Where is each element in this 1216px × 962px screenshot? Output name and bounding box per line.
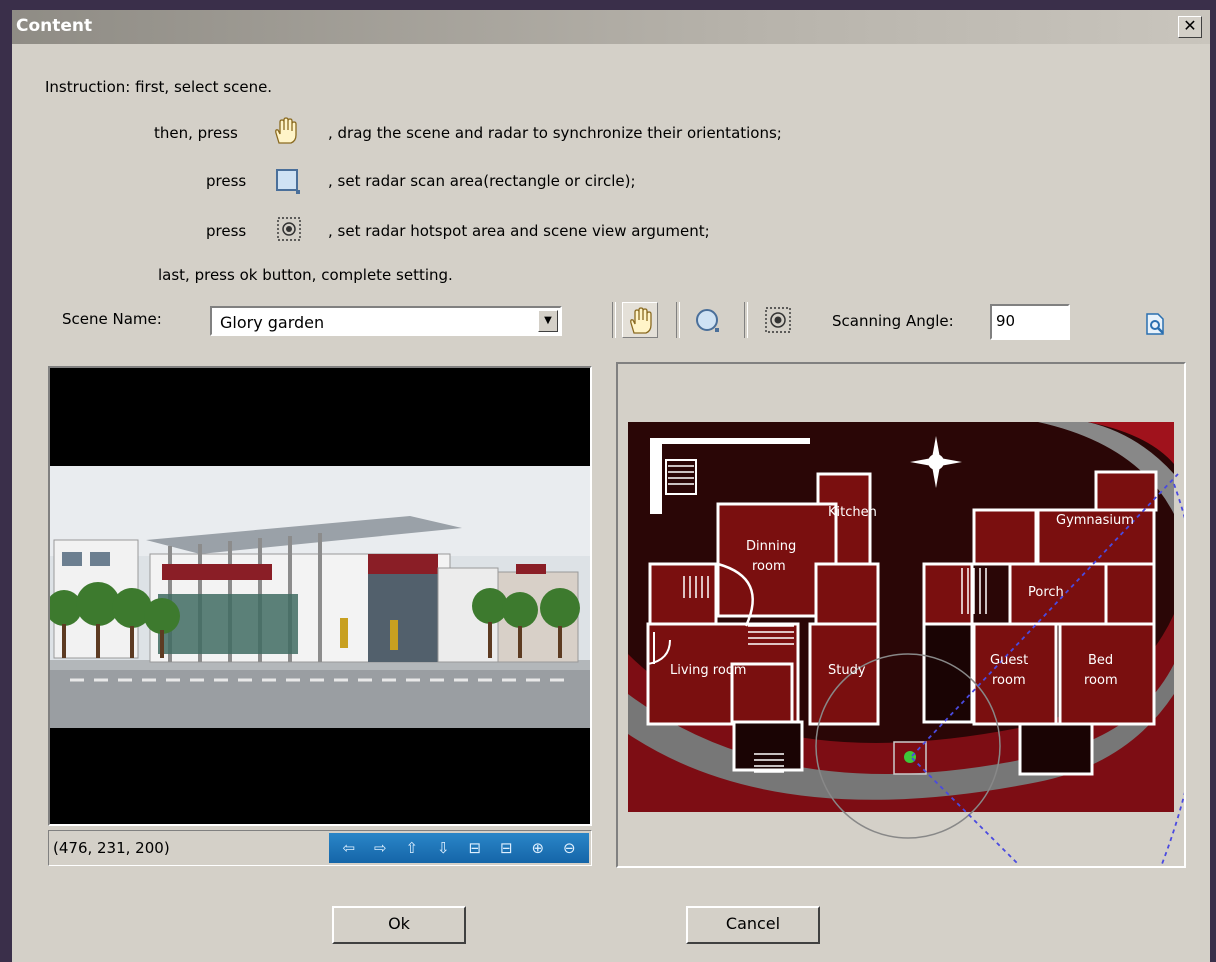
cancel-button[interactable]: Cancel	[686, 906, 820, 944]
circle-scan-tool-button[interactable]	[690, 302, 726, 338]
room-label-gymnasium: Gymnasium	[1056, 513, 1134, 528]
instruction-line-5: last, press ok button, complete setting.	[158, 266, 453, 284]
room-label-bed: Bed	[1088, 653, 1113, 668]
status-bar: (476, 231, 200) ⇦ ⇨ ⇧ ⇩ ⊟ ⊟ ⊕ ⊖	[48, 830, 592, 866]
zoom-in-icon[interactable]: ⊕	[528, 838, 548, 858]
room-label-dinning-room: room	[752, 559, 786, 574]
rectangle-icon	[274, 166, 304, 196]
floorplan-map: Kitchen Dinning room Living room Study P…	[628, 422, 1184, 865]
view-reset-icon[interactable]: ⊟	[496, 838, 516, 858]
view-coordinates: (476, 231, 200)	[53, 839, 170, 857]
chevron-down-icon[interactable]: ▼	[538, 310, 558, 332]
window-frame: Content ✕ Instruction: first, select sce…	[0, 0, 1216, 962]
ok-button[interactable]: Ok	[332, 906, 466, 944]
preview-icon	[1146, 313, 1164, 335]
pan-up-icon[interactable]: ⇧	[402, 838, 422, 858]
instruction-line-4-prefix: press	[206, 222, 247, 240]
hotspot-tool-button[interactable]	[760, 302, 796, 338]
scene-name-select[interactable]: Glory garden ▼	[210, 306, 562, 336]
hotspot-icon	[274, 214, 304, 244]
hotspot-icon	[765, 307, 791, 333]
scene-name-value: Glory garden	[220, 313, 325, 332]
title-bar[interactable]: Content ✕	[12, 10, 1210, 44]
zoom-out-icon[interactable]: ⊖	[559, 838, 579, 858]
room-label-guest: Guest	[990, 653, 1028, 668]
scanning-angle-label: Scanning Angle:	[832, 312, 954, 330]
pan-right-icon[interactable]: ⇨	[370, 838, 390, 858]
scanning-angle-input[interactable]: 90	[990, 304, 1070, 340]
instruction-line-2-suffix: , drag the scene and radar to synchroniz…	[328, 124, 782, 142]
window-title: Content	[16, 16, 93, 36]
hand-tool-button[interactable]	[622, 302, 658, 338]
toolbar-separator	[676, 302, 680, 338]
room-label-kitchen: Kitchen	[828, 505, 877, 520]
toolbar-separator	[612, 302, 616, 338]
hand-icon	[630, 307, 652, 334]
toolbar-separator	[744, 302, 748, 338]
room-label-guest-room: room	[992, 673, 1026, 688]
room-label-dinning: Dinning	[746, 539, 796, 554]
instruction-line-2-prefix: then, press	[154, 124, 238, 142]
instruction-line-4-suffix: , set radar hotspot area and scene view …	[328, 222, 710, 240]
scanning-angle-value: 90	[996, 312, 1016, 330]
hand-icon	[270, 116, 300, 146]
circle-scan-icon	[696, 309, 719, 332]
room-label-study: Study	[828, 663, 866, 678]
room-label-bed-room: room	[1084, 673, 1118, 688]
room-label-living-room: Living room	[670, 663, 746, 678]
instruction-line-3-prefix: press	[206, 172, 247, 190]
view-navigation-toolbar: ⇦ ⇨ ⇧ ⇩ ⊟ ⊟ ⊕ ⊖	[329, 833, 589, 863]
pan-down-icon[interactable]: ⇩	[433, 838, 453, 858]
preview-button[interactable]	[1144, 312, 1168, 336]
scene-name-label: Scene Name:	[62, 310, 162, 328]
view-fit-icon[interactable]: ⊟	[465, 838, 485, 858]
radar-floorplan-view[interactable]: Kitchen Dinning room Living room Study P…	[616, 362, 1186, 868]
room-label-porch: Porch	[1028, 585, 1064, 600]
close-button[interactable]: ✕	[1178, 16, 1202, 38]
pan-left-icon[interactable]: ⇦	[339, 838, 359, 858]
content-dialog: Content ✕ Instruction: first, select sce…	[12, 10, 1210, 962]
instruction-line-3-suffix: , set radar scan area(rectangle or circl…	[328, 172, 636, 190]
scene-view[interactable]	[48, 366, 592, 826]
scene-panorama-image	[50, 368, 590, 824]
instruction-line-1: Instruction: first, select scene.	[45, 78, 273, 96]
